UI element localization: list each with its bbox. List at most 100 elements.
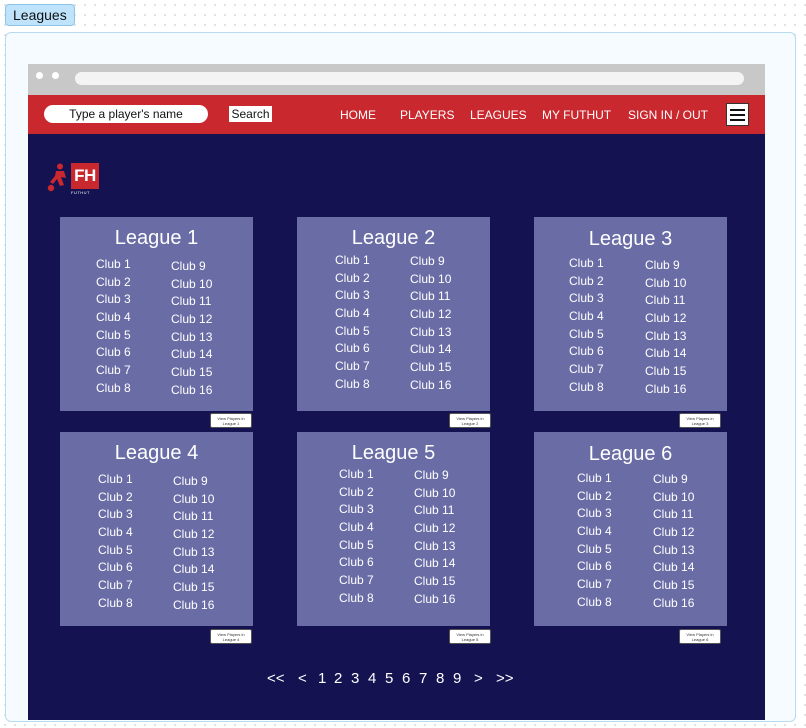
club-item[interactable]: Club 14 [645, 345, 686, 363]
nav-players[interactable]: PLAYERS [400, 108, 454, 122]
club-item[interactable]: Club 16 [410, 377, 451, 395]
club-item[interactable]: Club 9 [171, 258, 212, 276]
page-9-button[interactable]: 9 [453, 670, 461, 687]
club-item[interactable]: Club 6 [98, 559, 133, 577]
club-item[interactable]: Club 8 [569, 379, 604, 397]
page-2-button[interactable]: 2 [334, 670, 342, 687]
club-item[interactable]: Club 5 [96, 327, 131, 345]
club-item[interactable]: Club 1 [98, 471, 133, 489]
club-item[interactable]: Club 9 [653, 471, 694, 489]
club-item[interactable]: Club 1 [577, 470, 612, 488]
club-item[interactable]: Club 12 [171, 311, 212, 329]
club-item[interactable]: Club 8 [96, 380, 131, 398]
club-item[interactable]: Club 7 [96, 362, 131, 380]
club-item[interactable]: Club 7 [569, 361, 604, 379]
club-item[interactable]: Club 11 [414, 502, 455, 520]
club-item[interactable]: Club 5 [335, 323, 370, 341]
club-item[interactable]: Club 15 [171, 364, 212, 382]
club-item[interactable]: Club 9 [645, 257, 686, 275]
club-item[interactable]: Club 13 [645, 328, 686, 346]
nav-sign-in-out[interactable]: SIGN IN / OUT [628, 108, 708, 122]
club-item[interactable]: Club 7 [339, 572, 374, 590]
view-players-league-5-button[interactable]: View Players in League 5 [449, 629, 491, 644]
club-item[interactable]: Club 10 [410, 271, 451, 289]
search-button[interactable]: Search [229, 106, 272, 122]
view-players-league-6-button[interactable]: View Players in League 6 [679, 629, 721, 644]
club-item[interactable]: Club 4 [335, 305, 370, 323]
page-7-button[interactable]: 7 [419, 670, 427, 687]
club-item[interactable]: Club 3 [335, 287, 370, 305]
view-players-league-4-button[interactable]: View Players in League 4 [210, 629, 252, 644]
club-item[interactable]: Club 9 [410, 253, 451, 271]
club-item[interactable]: Club 4 [339, 519, 374, 537]
club-item[interactable]: Club 1 [96, 256, 131, 274]
club-item[interactable]: Club 10 [414, 485, 455, 503]
club-item[interactable]: Club 14 [414, 555, 455, 573]
club-item[interactable]: Club 9 [173, 473, 214, 491]
page-next-button[interactable]: > [474, 670, 483, 687]
club-item[interactable]: Club 14 [173, 561, 214, 579]
club-item[interactable]: Club 4 [98, 524, 133, 542]
club-item[interactable]: Club 11 [653, 506, 694, 524]
club-item[interactable]: Club 6 [339, 554, 374, 572]
club-item[interactable]: Club 12 [645, 310, 686, 328]
club-item[interactable]: Club 2 [335, 270, 370, 288]
club-item[interactable]: Club 15 [414, 573, 455, 591]
club-item[interactable]: Club 10 [653, 489, 694, 507]
club-item[interactable]: Club 13 [414, 538, 455, 556]
club-item[interactable]: Club 1 [339, 466, 374, 484]
club-item[interactable]: Club 2 [339, 484, 374, 502]
club-item[interactable]: Club 10 [171, 276, 212, 294]
page-3-button[interactable]: 3 [351, 670, 359, 687]
club-item[interactable]: Club 12 [653, 524, 694, 542]
page-last-button[interactable]: >> [496, 670, 514, 687]
club-item[interactable]: Club 10 [645, 275, 686, 293]
club-item[interactable]: Club 15 [645, 363, 686, 381]
club-item[interactable]: Club 4 [577, 523, 612, 541]
club-item[interactable]: Club 2 [98, 489, 133, 507]
club-item[interactable]: Club 12 [173, 526, 214, 544]
club-item[interactable]: Club 8 [339, 590, 374, 608]
club-item[interactable]: Club 13 [653, 542, 694, 560]
page-4-button[interactable]: 4 [368, 670, 376, 687]
club-item[interactable]: Club 7 [577, 576, 612, 594]
club-item[interactable]: Club 8 [98, 595, 133, 613]
club-item[interactable]: Club 14 [171, 346, 212, 364]
club-item[interactable]: Club 4 [569, 308, 604, 326]
club-item[interactable]: Club 2 [569, 273, 604, 291]
club-item[interactable]: Club 6 [577, 558, 612, 576]
page-6-button[interactable]: 6 [402, 670, 410, 687]
club-item[interactable]: Club 8 [577, 594, 612, 612]
hamburger-menu-icon[interactable] [726, 103, 749, 126]
page-5-button[interactable]: 5 [385, 670, 393, 687]
club-item[interactable]: Club 11 [410, 288, 451, 306]
url-bar[interactable] [75, 72, 744, 85]
club-item[interactable]: Club 5 [577, 541, 612, 559]
club-item[interactable]: Club 13 [410, 324, 451, 342]
page-8-button[interactable]: 8 [436, 670, 444, 687]
club-item[interactable]: Club 3 [339, 501, 374, 519]
club-item[interactable]: Club 6 [96, 344, 131, 362]
club-item[interactable]: Club 10 [173, 491, 214, 509]
nav-leagues[interactable]: LEAGUES [470, 108, 527, 122]
club-item[interactable]: Club 9 [414, 467, 455, 485]
club-item[interactable]: Club 3 [96, 291, 131, 309]
club-item[interactable]: Club 1 [569, 255, 604, 273]
club-item[interactable]: Club 8 [335, 376, 370, 394]
view-players-league-1-button[interactable]: View Players in League 1 [210, 413, 252, 428]
page-first-button[interactable]: << [267, 670, 285, 687]
club-item[interactable]: Club 12 [410, 306, 451, 324]
club-item[interactable]: Club 4 [96, 309, 131, 327]
club-item[interactable]: Club 7 [98, 577, 133, 595]
club-item[interactable]: Club 11 [173, 508, 214, 526]
club-item[interactable]: Club 15 [653, 577, 694, 595]
club-item[interactable]: Club 12 [414, 520, 455, 538]
nav-home[interactable]: HOME [340, 108, 376, 122]
club-item[interactable]: Club 3 [577, 505, 612, 523]
club-item[interactable]: Club 11 [645, 292, 686, 310]
club-item[interactable]: Club 1 [335, 252, 370, 270]
club-item[interactable]: Club 5 [569, 326, 604, 344]
club-item[interactable]: Club 5 [339, 537, 374, 555]
club-item[interactable]: Club 14 [410, 341, 451, 359]
club-item[interactable]: Club 2 [577, 488, 612, 506]
